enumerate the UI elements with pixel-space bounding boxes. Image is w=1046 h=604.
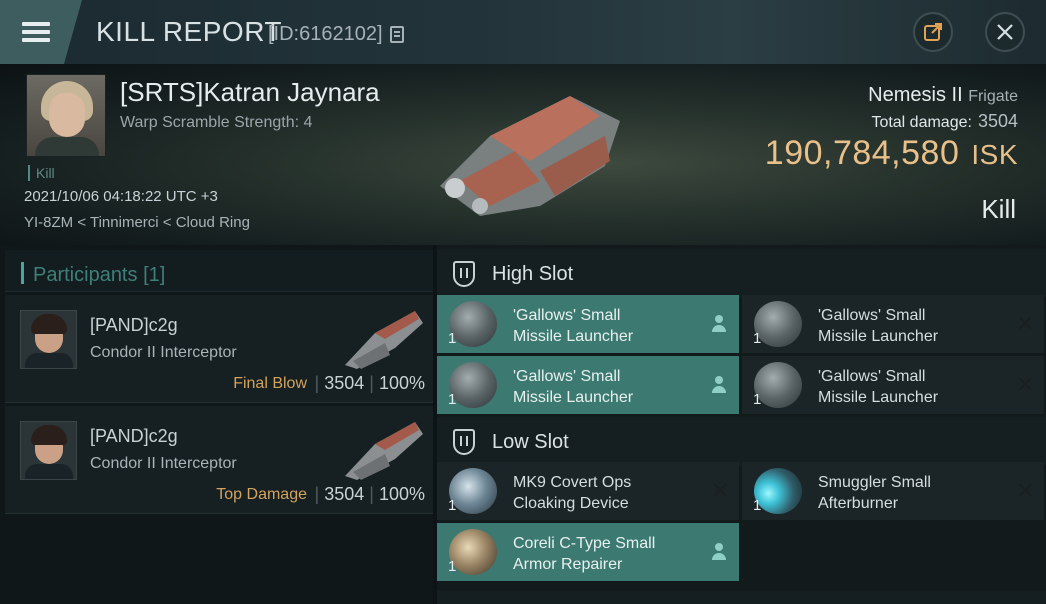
module-item[interactable]: 1 'Gallows' Small Missile Launcher ✕ <box>742 356 1044 414</box>
participant-damage: 3504 <box>324 484 365 504</box>
participants-panel: Participants [1] [PAND]c2g Condor II Int… <box>0 245 433 604</box>
participant-stats: | 3504 | 100% <box>314 373 425 393</box>
isk-value: 190,784,580 ISK <box>765 134 1018 173</box>
high-slot-title: High Slot <box>492 263 574 285</box>
victim-ship[interactable]: Nemesis II Frigate <box>868 84 1018 107</box>
participant-ship-image[interactable] <box>335 303 427 373</box>
module-quantity: 1 <box>448 497 457 514</box>
participant-name: [PAND]c2g <box>90 315 178 335</box>
destroyed-status-icon: ✕ <box>1016 311 1035 336</box>
kill-datetime: 2021/10/06 04:18:22 UTC +3 <box>24 188 218 205</box>
close-icon <box>997 24 1013 40</box>
module-quantity: 1 <box>448 330 457 347</box>
module-name: Coreli C-Type Small Armor Repairer <box>513 535 656 573</box>
isk-unit: ISK <box>971 139 1018 170</box>
participants-header[interactable]: Participants [1] <box>5 250 433 292</box>
result-label: Kill <box>981 194 1016 224</box>
victim-name[interactable]: [SRTS]Katran Jaynara <box>120 77 380 108</box>
destroyed-status-icon: ✕ <box>1016 372 1035 397</box>
participant-ship: Condor II Interceptor <box>90 455 237 472</box>
mid-slot-header <box>437 591 1046 604</box>
victim-ship-class: Frigate <box>968 88 1018 105</box>
participants-title: Participants [1] <box>33 264 166 286</box>
module-name: 'Gallows' Small Missile Launcher <box>818 307 939 345</box>
participant-percent: 100% <box>378 484 425 504</box>
kill-location[interactable]: YI-8ZM < Tinnimerci < Cloud Ring <box>24 214 250 231</box>
module-quantity: 1 <box>753 497 762 514</box>
module-quantity: 1 <box>448 391 457 408</box>
share-button[interactable] <box>913 12 953 52</box>
total-damage-label: Total damage: <box>871 114 972 131</box>
participant-ship: Condor II Interceptor <box>90 344 237 361</box>
module-item[interactable]: 1 'Gallows' Small Missile Launcher ✕ <box>742 295 1044 353</box>
copy-icon[interactable] <box>390 26 404 43</box>
participants-count: [1] <box>143 264 166 286</box>
module-name: 'Gallows' Small Missile Launcher <box>818 368 939 406</box>
low-slot-icon <box>453 429 475 455</box>
victim-portrait[interactable] <box>26 74 106 157</box>
menu-button[interactable] <box>0 0 82 64</box>
participant-ship-image[interactable] <box>335 414 427 484</box>
participant-name: [PAND]c2g <box>90 426 178 446</box>
module-item[interactable]: 1 Smuggler Small Afterburner ✕ <box>742 462 1044 520</box>
destroyed-status-icon: ✕ <box>711 478 730 503</box>
low-slot-title: Low Slot <box>492 431 569 453</box>
module-quantity: 1 <box>753 330 762 347</box>
header-accent <box>21 262 24 284</box>
module-quantity: 1 <box>448 558 457 575</box>
dropped-status-icon <box>711 543 727 561</box>
participant-role: Final Blow <box>233 375 307 392</box>
isk-amount: 190,784,580 <box>764 134 960 172</box>
total-damage-value: 3504 <box>977 111 1018 131</box>
participant-damage: 3504 <box>324 373 365 393</box>
module-name: 'Gallows' Small Missile Launcher <box>513 368 634 406</box>
warp-scramble-strength: Warp Scramble Strength: 4 <box>120 114 313 131</box>
module-name: MK9 Covert Ops Cloaking Device <box>513 474 632 512</box>
module-quantity: 1 <box>753 391 762 408</box>
share-icon <box>924 23 942 41</box>
destroyed-status-icon: ✕ <box>1016 478 1035 503</box>
module-name: Smuggler Small Afterburner <box>818 474 931 512</box>
victim-ship-name: Nemesis II <box>868 84 963 106</box>
report-id: [ID:6162102] <box>268 23 383 45</box>
participant-portrait[interactable] <box>20 421 77 480</box>
participant-percent: 100% <box>378 373 425 393</box>
module-item[interactable]: 1 'Gallows' Small Missile Launcher <box>437 356 739 414</box>
participant-role: Top Damage <box>216 486 307 503</box>
high-slot-icon <box>453 261 475 287</box>
title-bar: KILL REPORT [ID:6162102] <box>0 0 1046 64</box>
page-title: KILL REPORT <box>96 16 283 47</box>
dropped-status-icon <box>711 376 727 394</box>
low-slot-header: Low Slot <box>437 417 1046 465</box>
participant-portrait[interactable] <box>20 310 77 369</box>
fitting-panel: High Slot 1 'Gallows' Small Missile Launc… <box>437 245 1046 604</box>
victim-ship-image[interactable] <box>420 76 640 226</box>
hamburger-icon <box>22 18 50 46</box>
high-slot-header: High Slot <box>437 249 1046 297</box>
total-damage: Total damage: 3504 <box>871 111 1018 132</box>
close-button[interactable] <box>985 12 1025 52</box>
victim-summary: [SRTS]Katran Jaynara Warp Scramble Stren… <box>0 64 1046 245</box>
participant-row[interactable]: [PAND]c2g Condor II Interceptor Final Bl… <box>5 295 433 403</box>
participant-row[interactable]: [PAND]c2g Condor II Interceptor Top Dama… <box>5 406 433 514</box>
module-item[interactable]: 1 MK9 Covert Ops Cloaking Device ✕ <box>437 462 739 520</box>
module-name: 'Gallows' Small Missile Launcher <box>513 307 634 345</box>
participant-stats: | 3504 | 100% <box>314 484 425 504</box>
module-item[interactable]: 1 'Gallows' Small Missile Launcher <box>437 295 739 353</box>
kill-tag: Kill <box>28 165 55 181</box>
dropped-status-icon <box>711 315 727 333</box>
module-item[interactable]: 1 Coreli C-Type Small Armor Repairer <box>437 523 739 581</box>
